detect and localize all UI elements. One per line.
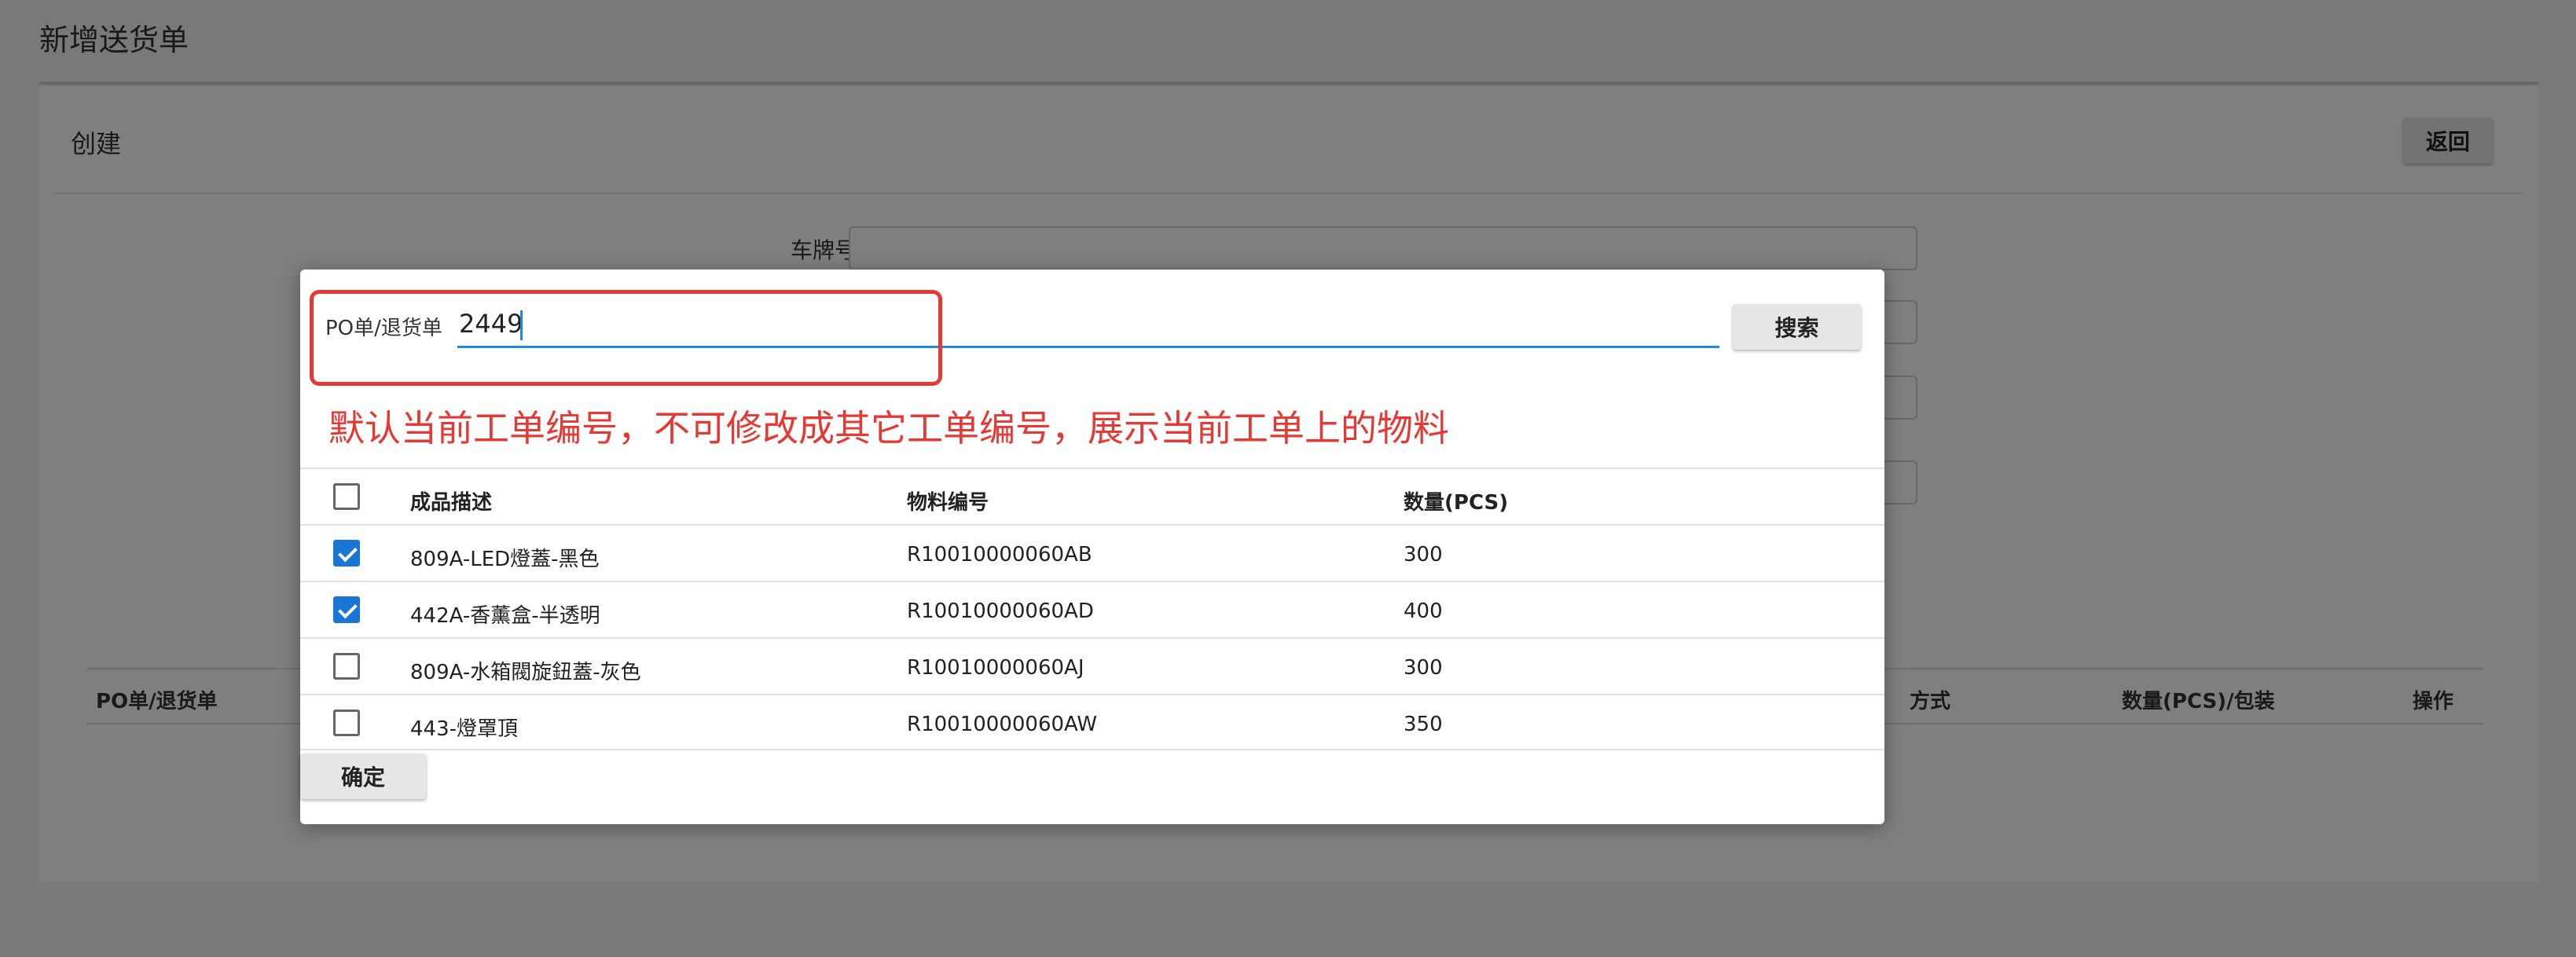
row-description: 809A-LED燈蓋-黑色 bbox=[410, 548, 600, 571]
table-header-row: 成品描述 物料编号 数量(PCS) bbox=[300, 468, 1884, 524]
row-description: 443-燈罩頂 bbox=[410, 717, 519, 741]
select-all-checkbox[interactable] bbox=[333, 483, 360, 510]
table-row[interactable]: 443-燈罩頂 R10010000060AW 350 bbox=[300, 694, 1884, 750]
th-quantity: 数量(PCS) bbox=[1404, 491, 1509, 515]
annotation-highlight-box bbox=[310, 290, 942, 386]
annotation-text: 默认当前工单编号，不可修改成其它工单编号，展示当前工单上的物料 bbox=[328, 407, 1449, 449]
table-row[interactable]: 809A-LED燈蓋-黑色 R10010000060AB 300 bbox=[300, 524, 1884, 581]
row-checkbox[interactable] bbox=[333, 596, 360, 623]
th-material-code: 物料编号 bbox=[907, 491, 989, 515]
row-quantity: 400 bbox=[1404, 600, 1443, 623]
row-description: 442A-香薰盒-半透明 bbox=[410, 604, 600, 628]
row-checkbox[interactable] bbox=[333, 710, 360, 736]
row-description: 809A-水箱閥旋鈕蓋-灰色 bbox=[410, 661, 641, 684]
row-material-code: R10010000060AD bbox=[907, 600, 1094, 623]
th-description: 成品描述 bbox=[410, 491, 493, 515]
row-checkbox[interactable] bbox=[333, 540, 360, 566]
row-checkbox[interactable] bbox=[333, 653, 360, 680]
row-material-code: R10010000060AJ bbox=[907, 656, 1084, 680]
table-row[interactable]: 442A-香薰盒-半透明 R10010000060AD 400 bbox=[300, 581, 1884, 637]
select-items-dialog: PO单/退货单 搜索 默认当前工单编号，不可修改成其它工单编号，展示当前工单上的… bbox=[300, 270, 1884, 824]
confirm-button[interactable]: 确定 bbox=[300, 754, 426, 799]
table-row[interactable]: 809A-水箱閥旋鈕蓋-灰色 R10010000060AJ 300 bbox=[300, 637, 1884, 694]
row-material-code: R10010000060AB bbox=[907, 543, 1092, 566]
row-quantity: 350 bbox=[1404, 713, 1443, 736]
row-quantity: 300 bbox=[1404, 656, 1443, 680]
row-quantity: 300 bbox=[1404, 543, 1443, 566]
search-button[interactable]: 搜索 bbox=[1733, 304, 1861, 350]
items-table: 成品描述 物料编号 数量(PCS) 809A-LED燈蓋-黑色 R1001000… bbox=[300, 468, 1884, 750]
row-material-code: R10010000060AW bbox=[907, 713, 1098, 736]
